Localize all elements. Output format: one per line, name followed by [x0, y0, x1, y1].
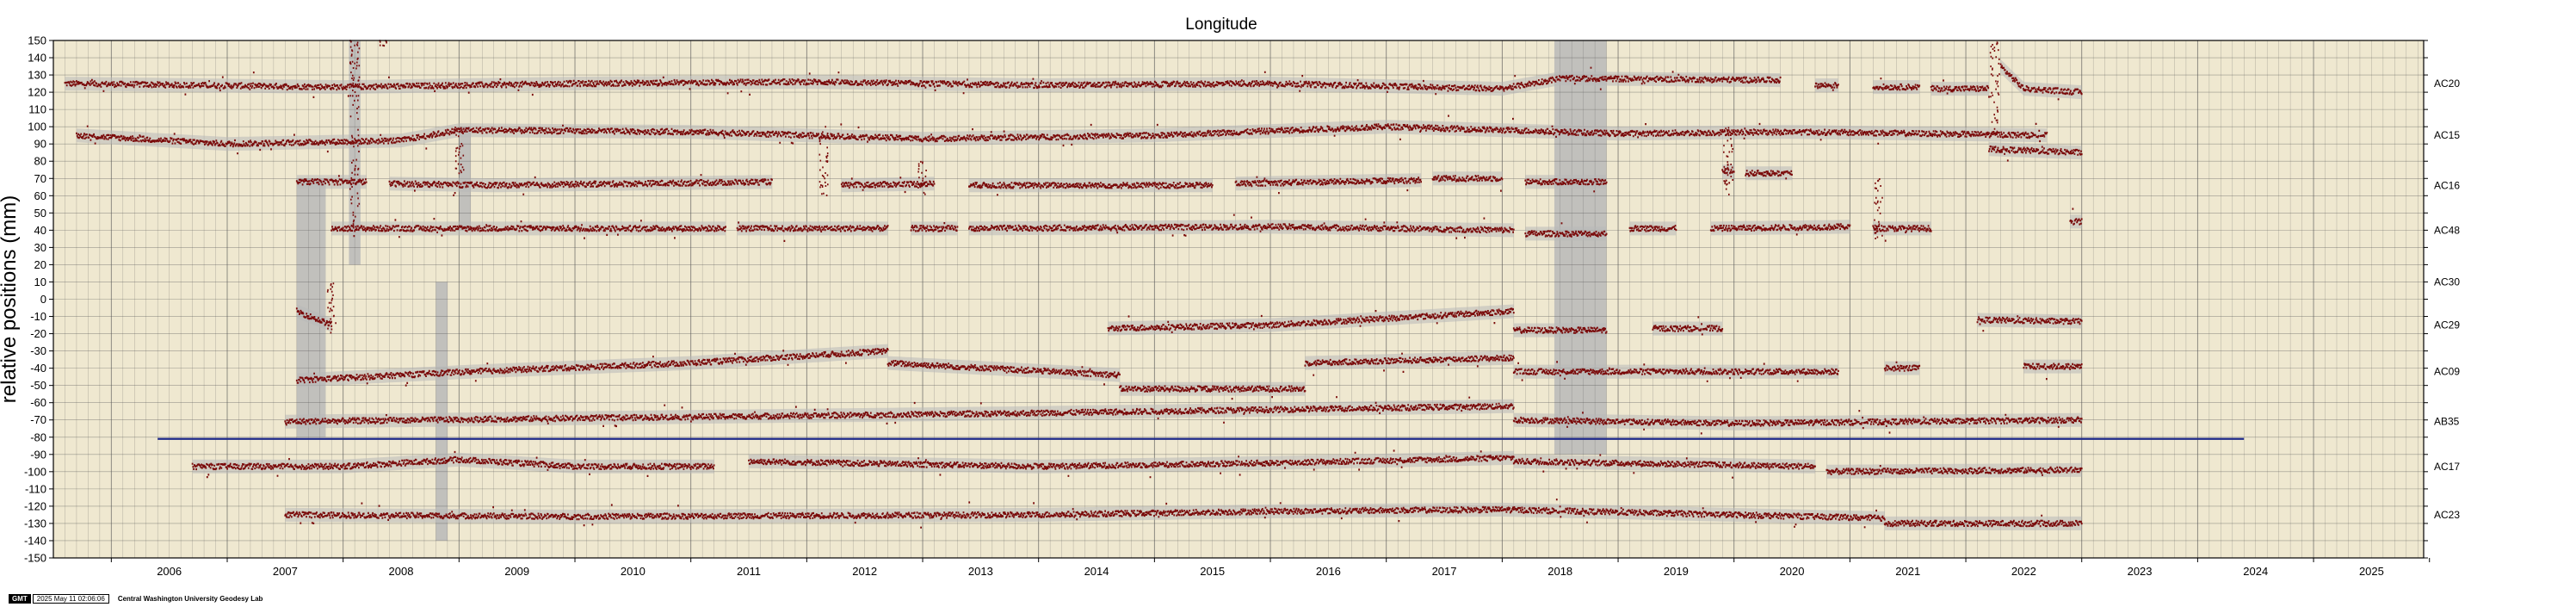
y-tick-label: 60 — [34, 189, 46, 202]
y-tick-label: -30 — [30, 344, 46, 357]
x-tick-label: 2022 — [2011, 565, 2036, 578]
y-tick-label: 140 — [28, 52, 46, 65]
gmt-footer: GMT 2025 May 11 02:06:06 Central Washing… — [9, 593, 263, 604]
x-tick-label: 2014 — [1084, 565, 1109, 578]
station-label-ac23: AC23 — [2434, 509, 2460, 521]
y-tick-label: -90 — [30, 448, 46, 461]
x-tick-label: 2025 — [2359, 565, 2384, 578]
x-tick-label: 2009 — [504, 565, 529, 578]
y-tick-label: 10 — [34, 276, 46, 288]
y-tick-label: -100 — [24, 465, 46, 478]
chart-title: Longitude — [1185, 15, 1257, 34]
x-tick-label: 2011 — [737, 565, 761, 578]
y-tick-label: 80 — [34, 155, 46, 168]
x-tick-label: 2013 — [968, 565, 993, 578]
y-tick-label: 120 — [28, 86, 46, 99]
chart: 2006 2007 2008 2009 2010 2011 2012 2013 2014 2015… — [0, 15, 2460, 578]
x-tick-label: 2012 — [852, 565, 877, 578]
y-tick-label: 110 — [28, 103, 46, 116]
x-tick-label: 2017 — [1432, 565, 1457, 578]
y-tick-label: -40 — [30, 362, 46, 375]
station-label-ac48: AC48 — [2434, 224, 2460, 236]
y-tick-label: -70 — [30, 413, 46, 426]
y-tick-label: 30 — [34, 241, 46, 254]
station-label-ac15: AC15 — [2434, 129, 2460, 141]
x-tick-label: 2023 — [2128, 565, 2153, 578]
x-tick-label: 2024 — [2243, 565, 2268, 578]
y-tick-label: 100 — [28, 121, 46, 133]
y-tick-label: -120 — [24, 499, 46, 512]
y-tick-label: -10 — [30, 310, 46, 323]
y-tick-label: -80 — [30, 430, 46, 443]
x-tick-label: 2008 — [389, 565, 414, 578]
station-label-ac20: AC20 — [2434, 77, 2460, 90]
y-tick-label: 70 — [34, 172, 46, 185]
y-tick-label: 150 — [28, 34, 46, 47]
station-label-ac17: AC17 — [2434, 461, 2460, 473]
y-tick-label: -140 — [24, 534, 46, 547]
y-tick-label: -110 — [25, 482, 46, 495]
station-labels: AC20 AC15 AC16 AC48 AC30 AC29 AC09 AB35 AC17 AC23 — [2434, 77, 2460, 521]
y-tick-label: 0 — [40, 293, 46, 306]
gmt-timestamp: 2025 May 11 02:06:06 — [32, 593, 109, 604]
x-tick-label: 2016 — [1316, 565, 1341, 578]
x-tick-label: 2007 — [273, 565, 298, 578]
y-tick-label: -60 — [30, 396, 46, 409]
uncertainty-band — [436, 282, 448, 541]
x-tick-label: 2021 — [1895, 565, 1920, 578]
station-label-ac09: AC09 — [2434, 366, 2460, 378]
y-tick-label: 130 — [28, 69, 46, 82]
station-label-ac30: AC30 — [2434, 276, 2460, 288]
x-tick-label: 2019 — [1664, 565, 1689, 578]
station-label-ac16: AC16 — [2434, 179, 2460, 191]
gmt-logo: GMT — [9, 593, 31, 604]
station-label-ab35: AB35 — [2434, 416, 2460, 428]
x-tick-label: 2018 — [1547, 565, 1572, 578]
y-tick-label: 20 — [34, 258, 46, 271]
y-tick-label: -150 — [24, 552, 46, 565]
station-label-ac29: AC29 — [2434, 319, 2460, 331]
x-tick-label: 2010 — [621, 565, 646, 578]
x-tick-label: 2015 — [1200, 565, 1225, 578]
gmt-organization: Central Washington University Geodesy La… — [117, 594, 263, 603]
x-tick-label: 2006 — [157, 565, 182, 578]
y-axis-label: relative positions (mm) — [0, 195, 21, 403]
y-tick-label: -20 — [30, 327, 46, 340]
y-tick-label: -50 — [30, 379, 46, 392]
x-tick-label: 2020 — [1780, 565, 1805, 578]
x-axis: 2006 2007 2008 2009 2010 2011 2012 2013 2014 2015… — [110, 558, 2431, 578]
y-tick-label: -130 — [24, 517, 46, 530]
y-tick-label: 90 — [34, 138, 46, 151]
y-tick-label: 40 — [34, 224, 46, 237]
series-error-band — [1525, 175, 1607, 189]
y-tick-label: 50 — [34, 207, 46, 220]
